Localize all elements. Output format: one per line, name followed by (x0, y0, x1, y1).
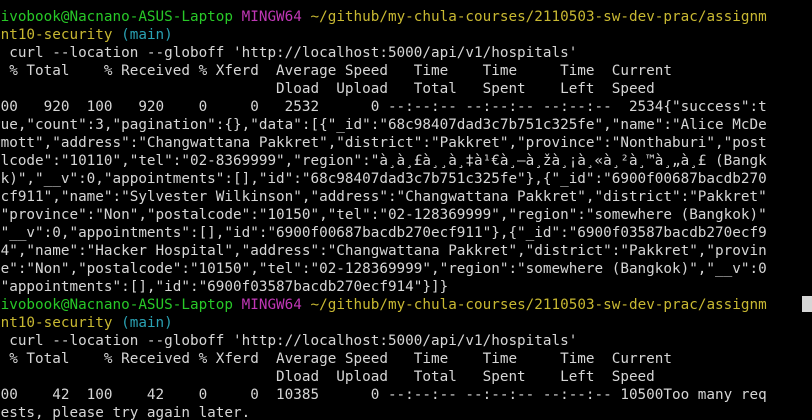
prompt-line-wrap: ent10-security (main) (0, 26, 173, 44)
output-line: rmott","address":"Changwattana Pakkret",… (0, 135, 767, 151)
output-line: 14","name":"Hacker Hospital","address":"… (0, 243, 767, 259)
terminal-window[interactable]: vivobook@Nacnano-ASUS-Laptop MINGW64 ~/g… (0, 0, 812, 420)
prompt-path: ~/github/my-chula-courses/2110503-sw-dev… (310, 9, 767, 25)
git-branch: (main) (121, 315, 173, 331)
output-line: rue,"count":3,"pagination":{},"data":[{"… (0, 117, 767, 133)
git-branch: (main) (121, 27, 173, 43)
scrollbar-thumb[interactable] (802, 296, 812, 312)
output-line: uests, please try again later. (0, 405, 251, 420)
command-line: $ curl --location --globoff 'http://loca… (0, 45, 578, 61)
prompt-user-host: vivobook@Nacnano-ASUS-Laptop (0, 297, 234, 313)
progress-header-1: % Total % Received % Xferd Average Speed… (0, 63, 672, 79)
prompt-line-wrap: ent10-security (main) (0, 314, 173, 332)
prompt-path-wrap: ent10-security (0, 27, 113, 43)
output-line: ,"__v":0,"appointments":[],"id":"6900f00… (0, 225, 767, 241)
output-line: ce":"Non","postalcode":"10150","tel":"02… (0, 261, 767, 277)
prompt-user-host: vivobook@Nacnano-ASUS-Laptop (0, 9, 234, 25)
command-line: $ curl --location --globoff 'http://loca… (0, 333, 578, 349)
progress-header-2: Dload Upload Total Spent Left Speed (0, 81, 655, 97)
progress-row: 100 42 100 42 0 0 10385 0 --:--:-- --:--… (0, 387, 767, 403)
prompt-path-wrap: ent10-security (0, 315, 113, 331)
output-line: alcode":"10110","tel":"02-8369999","regi… (0, 153, 767, 169)
progress-row: 100 920 100 920 0 0 2532 0 --:--:-- --:-… (0, 99, 767, 115)
progress-header-1: % Total % Received % Xferd Average Speed… (0, 351, 672, 367)
output-line: ,"province":"Non","postalcode":"10150","… (0, 207, 767, 223)
output-line: ok)","__v":0,"appointments":[],"id":"68c… (0, 171, 767, 187)
prompt-line: vivobook@Nacnano-ASUS-Laptop MINGW64 ~/g… (0, 296, 767, 314)
prompt-env: MINGW64 (241, 9, 302, 25)
prompt-path: ~/github/my-chula-courses/2110503-sw-dev… (310, 297, 767, 313)
prompt-env: MINGW64 (241, 297, 302, 313)
output-line: ,"appointments":[],"id":"6900f03587bacdb… (0, 279, 449, 295)
progress-header-2: Dload Upload Total Spent Left Speed (0, 369, 655, 385)
prompt-line: vivobook@Nacnano-ASUS-Laptop MINGW64 ~/g… (0, 8, 767, 26)
output-line: ecf911","name":"Sylvester Wilkinson","ad… (0, 189, 767, 205)
